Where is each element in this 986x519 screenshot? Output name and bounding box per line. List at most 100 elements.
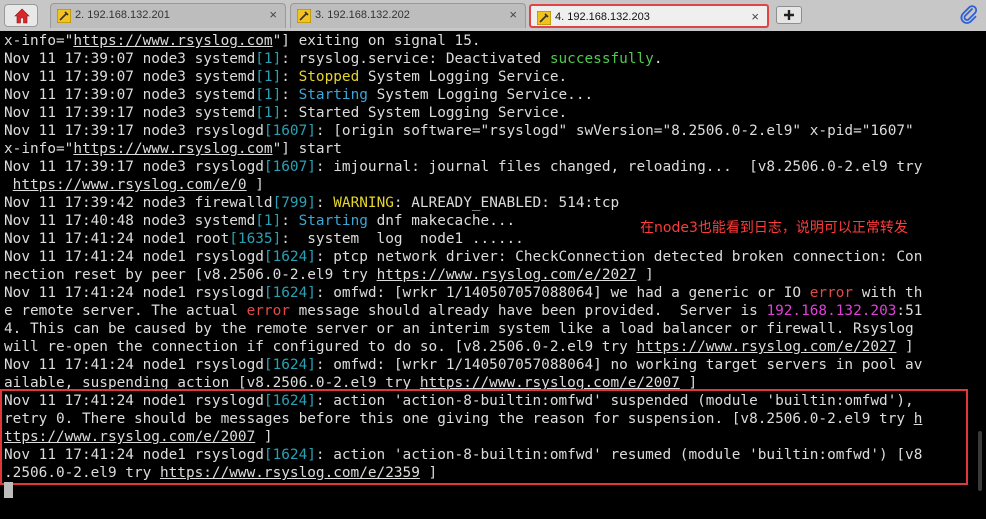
log-text: [1624] xyxy=(263,285,316,301)
plus-icon xyxy=(784,10,794,20)
log-text: .2506.0-2.el9 try xyxy=(4,465,160,481)
log-text: WARNING xyxy=(333,195,394,211)
terminal-line: Nov 11 17:39:42 node3 firewalld[799]: WA… xyxy=(4,194,619,212)
log-text: : rsyslog.service: Deactivated xyxy=(281,51,550,67)
paperclip-icon[interactable] xyxy=(960,5,978,25)
log-text: x-info=" xyxy=(4,141,74,157)
url-link[interactable]: h xyxy=(914,411,923,427)
log-text: Nov 11 17:40:48 node3 systemd xyxy=(4,213,256,229)
terminal-output[interactable]: x-info="https://www.rsyslog.com"] exitin… xyxy=(0,31,986,519)
terminal-cursor xyxy=(4,482,13,498)
log-text: [1607] xyxy=(263,123,316,139)
log-text: Starting xyxy=(298,213,368,229)
tab-session-2[interactable]: 2. 192.168.132.201 × xyxy=(50,3,286,28)
log-text: [1624] xyxy=(263,357,316,373)
log-text: Nov 11 17:41:24 node1 rsyslogd xyxy=(4,393,264,409)
terminal-line: Nov 11 17:41:24 node1 rsyslogd[1624]: om… xyxy=(4,356,922,374)
log-text: : xyxy=(281,87,299,103)
log-text: with th xyxy=(853,285,923,301)
log-text: Nov 11 17:39:07 node3 systemd xyxy=(4,69,256,85)
tab-close-icon[interactable]: × xyxy=(269,7,277,22)
session-wrench-icon xyxy=(57,9,71,23)
log-text: : xyxy=(281,69,299,85)
tab-close-icon[interactable]: × xyxy=(751,9,759,24)
terminal-line: Nov 11 17:41:24 node1 rsyslogd[1624]: pt… xyxy=(4,248,922,266)
terminal-line: 4. This can be caused by the remote serv… xyxy=(4,320,914,338)
scrollbar-thumb[interactable] xyxy=(978,431,982,491)
log-text: ] xyxy=(636,267,654,283)
terminal-line: https://www.rsyslog.com/e/0 ] xyxy=(4,176,264,194)
log-text: "] exiting on signal 15. xyxy=(272,33,481,49)
terminal-line: Nov 11 17:41:24 node1 rsyslogd[1624]: ac… xyxy=(4,392,914,410)
terminal-line: Nov 11 17:41:24 node1 root[1635]: system… xyxy=(4,230,524,248)
log-text: : ALREADY_ENABLED: 514:tcp xyxy=(393,195,620,211)
log-text: ] xyxy=(679,375,698,391)
url-link[interactable]: https://www.rsyslog.com xyxy=(73,141,272,157)
log-text: Nov 11 17:41:24 node1 rsyslogd xyxy=(4,447,264,463)
log-text: [1] xyxy=(255,51,282,67)
terminal-line: Nov 11 17:39:07 node3 systemd[1]: rsyslo… xyxy=(4,50,663,68)
terminal-line: e remote server. The actual error messag… xyxy=(4,302,922,320)
tab-session-4[interactable]: 4. 192.168.132.203 × xyxy=(529,4,769,28)
log-text: : imjournal: journal files changed, relo… xyxy=(315,159,923,175)
url-link[interactable]: https://www.rsyslog.com/e/2007 xyxy=(420,375,680,391)
terminal-line: Nov 11 17:39:17 node3 systemd[1]: Starte… xyxy=(4,104,567,122)
terminal-line: nection reset by peer [v8.2506.0-2.el9 t… xyxy=(4,266,654,284)
log-text: : omfwd: [wrkr 1/140507057088064] no wor… xyxy=(315,357,923,373)
log-text: error xyxy=(809,285,854,301)
log-text: Stopped xyxy=(298,69,360,85)
log-text: error xyxy=(246,303,290,319)
tab-session-3[interactable]: 3. 192.168.132.202 × xyxy=(290,3,526,28)
new-tab-button[interactable] xyxy=(776,6,802,24)
tab-close-icon[interactable]: × xyxy=(509,7,517,22)
session-wrench-icon xyxy=(537,11,551,25)
url-link[interactable]: https://www.rsyslog.com/e/2359 xyxy=(160,465,420,481)
log-text: [1] xyxy=(255,213,282,229)
log-text: Nov 11 17:41:24 node1 root xyxy=(4,231,230,247)
log-text: : [origin software="rsyslogd" swVersion=… xyxy=(315,123,914,139)
log-text: 192.168.132.203 xyxy=(766,303,897,319)
terminal-line: Nov 11 17:41:24 node1 rsyslogd[1624]: ac… xyxy=(4,446,922,464)
log-text: ] xyxy=(419,465,438,481)
log-text: ailable, suspending action [v8.2506.0-2.… xyxy=(4,375,420,391)
log-text: :51 xyxy=(896,303,923,319)
url-link[interactable]: https://www.rsyslog.com/e/0 xyxy=(13,177,247,193)
terminal-line: Nov 11 17:39:07 node3 systemd[1]: Stoppe… xyxy=(4,68,567,86)
log-text: . xyxy=(653,51,663,67)
url-link[interactable]: https://www.rsyslog.com xyxy=(73,33,272,49)
tab-label: 3. 192.168.132.202 xyxy=(315,9,410,21)
url-link[interactable]: https://www.rsyslog.com/e/2027 xyxy=(377,267,637,283)
url-link[interactable]: https://www.rsyslog.com/e/2027 xyxy=(636,339,896,355)
log-text: [1607] xyxy=(263,159,316,175)
log-text: [1624] xyxy=(263,249,316,265)
log-text: [1] xyxy=(255,87,282,103)
terminal-line: x-info="https://www.rsyslog.com"] start xyxy=(4,140,342,158)
log-text: Nov 11 17:39:17 node3 systemd xyxy=(4,105,256,121)
tab-bar: 2. 192.168.132.201 × 3. 192.168.132.202 … xyxy=(0,0,986,32)
terminal-line: .2506.0-2.el9 try https://www.rsyslog.co… xyxy=(4,464,437,482)
home-button[interactable] xyxy=(4,4,38,27)
terminal-line: x-info="https://www.rsyslog.com"] exitin… xyxy=(4,32,481,50)
log-text: : system log node1 ...... xyxy=(281,231,524,247)
log-text: x-info=" xyxy=(4,33,74,49)
terminal-line: Nov 11 17:39:17 node3 rsyslogd[1607]: im… xyxy=(4,158,922,176)
log-text: 4. This can be caused by the remote serv… xyxy=(4,321,914,337)
terminal-line: retry 0. There should be messages before… xyxy=(4,410,922,428)
log-text: : action 'action-8-builtin:omfwd' resume… xyxy=(315,447,923,463)
log-text: : action 'action-8-builtin:omfwd' suspen… xyxy=(315,393,914,409)
log-text: Nov 11 17:39:17 node3 rsyslogd xyxy=(4,159,264,175)
log-text: retry 0. There should be messages before… xyxy=(4,411,914,427)
log-text: ] xyxy=(246,177,264,193)
log-text: : xyxy=(281,213,299,229)
log-text: [1] xyxy=(255,105,282,121)
log-text: Starting xyxy=(298,87,368,103)
log-text: : Started System Logging Service. xyxy=(281,105,568,121)
log-text: [1624] xyxy=(263,447,316,463)
log-text: Nov 11 17:39:07 node3 systemd xyxy=(4,51,256,67)
log-text: successfully xyxy=(549,51,654,67)
terminal-line: will re-open the connection if configure… xyxy=(4,338,914,356)
log-text: System Logging Service. xyxy=(359,69,568,85)
log-text: Nov 11 17:39:17 node3 rsyslogd xyxy=(4,123,264,139)
url-link[interactable]: ttps://www.rsyslog.com/e/2007 xyxy=(4,429,255,445)
